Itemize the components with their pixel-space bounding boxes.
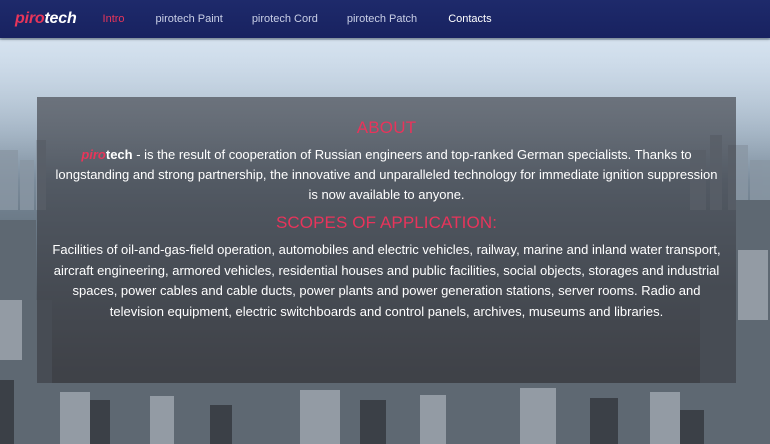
about-paragraph: pirotech - is the result of cooperation … [51,145,722,205]
about-text: - is the result of cooperation of Russia… [55,147,718,202]
nav-item-pirotech-cord[interactable]: pirotech Cord [252,13,318,25]
nav-item-pirotech-patch[interactable]: pirotech Patch [347,13,417,25]
scopes-heading: SCOPES OF APPLICATION: [275,213,498,232]
nav-item-contacts[interactable]: Contacts [448,13,491,25]
about-brand-part2: tech [105,147,133,162]
intro-content-panel: ABOUT pirotech - is the result of cooper… [37,97,736,383]
brand-logo[interactable]: pirotech [15,10,77,28]
nav-item-intro[interactable]: Intro [103,13,125,25]
about-brand-part1: piro [81,147,106,162]
scopes-paragraph: Facilities of oil-and-gas-field operatio… [52,242,721,319]
about-heading: ABOUT [356,118,417,137]
navbar: pirotech Intro pirotech Paint pirotech C… [0,0,770,38]
nav-menu: Intro pirotech Paint pirotech Cord pirot… [103,13,492,25]
nav-item-pirotech-paint[interactable]: pirotech Paint [156,13,223,25]
